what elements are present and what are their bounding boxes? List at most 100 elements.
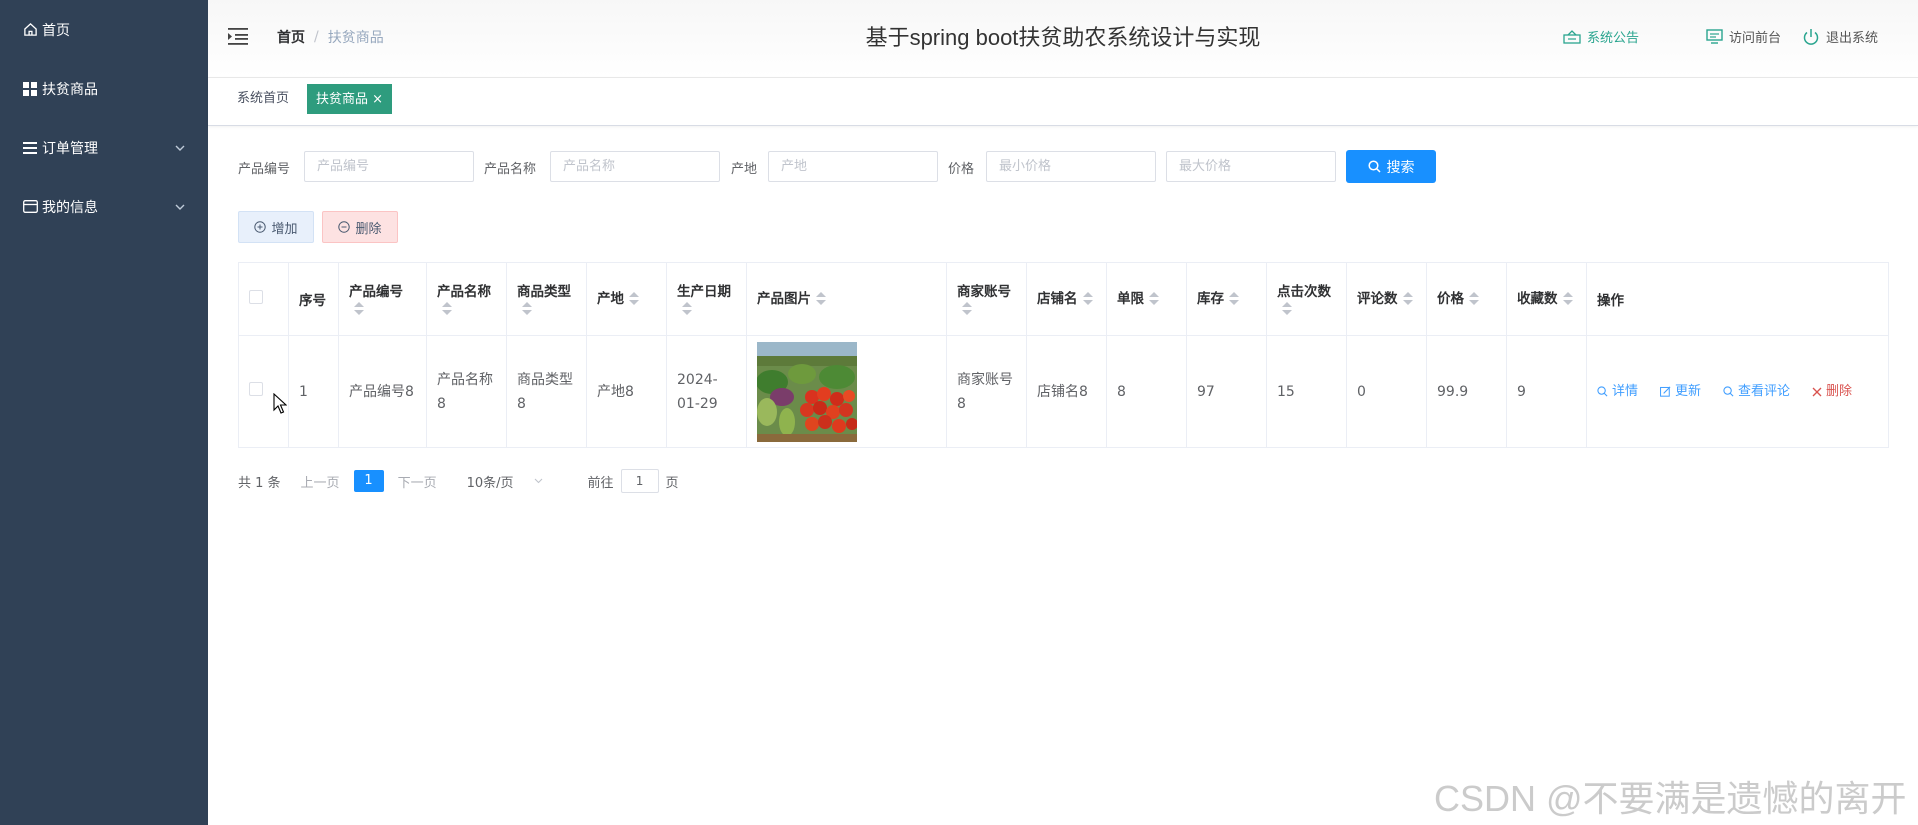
sort-icon[interactable] (629, 292, 639, 306)
product-code-input[interactable] (304, 151, 474, 182)
column-header[interactable]: 商家账号 (946, 262, 1027, 336)
column-header[interactable]: 单限 (1106, 262, 1187, 336)
visit-front-link[interactable]: 访问前台 (1706, 27, 1781, 46)
cell-merchant: 商家账号8 (946, 335, 1027, 448)
column-header[interactable]: 点击次数 (1266, 262, 1347, 336)
column-header[interactable]: 产品图片 (746, 262, 947, 336)
column-header-label: 产品编号 (349, 284, 403, 300)
sort-icon[interactable] (816, 292, 826, 306)
column-header[interactable]: 产品编号 (338, 262, 427, 336)
cell-comments: 0 (1346, 335, 1427, 448)
tag-label: 扶贫商品 (316, 92, 369, 107)
column-header-label: 产地 (597, 291, 624, 307)
origin-input[interactable] (768, 151, 938, 182)
prev-page-button[interactable]: 上一页 (301, 472, 340, 491)
sort-icon[interactable] (1562, 292, 1573, 306)
add-button[interactable]: 增加 (238, 211, 314, 243)
sort-icon[interactable] (522, 302, 532, 316)
sort-icon[interactable] (1469, 292, 1479, 306)
sidebar-item-orders[interactable]: 订单管理 (0, 118, 208, 177)
search-button[interactable]: 搜索 (1346, 150, 1436, 183)
sort-icon[interactable] (962, 302, 972, 316)
sort-icon[interactable] (1229, 292, 1239, 306)
column-header[interactable]: 收藏数 (1506, 262, 1587, 336)
batch-delete-button[interactable]: 删除 (322, 211, 398, 243)
tag-products-active[interactable]: 扶贫商品 × (307, 84, 393, 114)
sort-icon[interactable] (1282, 302, 1292, 316)
product-name-label: 产品名称 (484, 162, 537, 177)
min-price-input[interactable] (986, 151, 1156, 182)
column-header-label: 店铺名 (1037, 291, 1078, 307)
visit-front-label: 访问前台 (1729, 31, 1782, 46)
notice-icon (1563, 29, 1581, 44)
goto-page-input[interactable] (620, 469, 659, 493)
card-icon (22, 199, 38, 215)
select-all-checkbox[interactable] (249, 290, 263, 304)
sidebar-item-myinfo[interactable]: 我的信息 (0, 177, 208, 236)
list-icon (22, 140, 38, 156)
search-icon (1367, 160, 1381, 173)
product-image[interactable] (757, 341, 857, 442)
top-header: 首页 / 扶贫商品 基于spring boot扶贫助农系统设计与实现 系统公告 … (208, 0, 1918, 78)
sidebar-item-products[interactable]: 扶贫商品 (0, 59, 208, 118)
tag-system-home[interactable]: 系统首页 (237, 84, 289, 114)
sidebar-item-home[interactable]: 首页 (0, 0, 208, 59)
goto-suffix: 页 (665, 475, 679, 491)
sort-icon[interactable] (354, 302, 364, 316)
sort-icon[interactable] (442, 302, 452, 316)
notice-label: 系统公告 (1587, 31, 1640, 46)
update-button[interactable]: 更新 (1660, 374, 1701, 410)
cell-index: 1 (288, 335, 339, 448)
row-checkbox[interactable] (249, 381, 263, 396)
sort-icon[interactable] (1149, 292, 1159, 306)
next-page-button[interactable]: 下一页 (398, 472, 437, 491)
detail-button[interactable]: 详情 (1597, 374, 1638, 410)
page-number-1[interactable]: 1 (353, 470, 384, 492)
cell-stock: 97 (1186, 335, 1267, 448)
chevron-down-icon (175, 204, 185, 210)
column-header[interactable]: 店铺名 (1026, 262, 1107, 336)
sort-icon[interactable] (1402, 292, 1413, 306)
detail-label: 详情 (1612, 383, 1639, 399)
cell-type: 商品类型8 (506, 335, 587, 448)
column-header[interactable]: 评论数 (1346, 262, 1427, 336)
products-table: 序号 产品编号 产品名称 商品类型 产地 生产日期 产品图片 商家账号 店铺名 … (238, 262, 1889, 448)
product-name-input[interactable] (550, 151, 720, 182)
column-header[interactable]: 库存 (1186, 262, 1267, 336)
column-header[interactable]: 产品名称 (426, 262, 507, 336)
cell-limit: 8 (1106, 335, 1187, 448)
row-select-cell (238, 335, 289, 448)
notice-link[interactable]: 系统公告 (1563, 27, 1639, 46)
max-price-input[interactable] (1166, 151, 1336, 182)
power-icon (1803, 28, 1819, 45)
page-size-value: 10条/页 (466, 475, 514, 491)
column-header-label: 产品名称 (437, 284, 491, 300)
table-row: 1 产品编号8 产品名称8 商品类型8 产地8 2024-01-29 商家账号8… (238, 335, 1889, 448)
page-size-select[interactable]: 10条/页 (467, 472, 543, 491)
row-delete-button[interactable]: 删除 (1812, 374, 1852, 410)
column-header-label: 收藏数 (1517, 291, 1558, 307)
pagination: 共 1 条 上一页 1 下一页 10条/页 前往 页 (238, 467, 679, 495)
grid-icon (22, 81, 38, 97)
logout-link[interactable]: 退出系统 (1802, 27, 1878, 46)
column-header[interactable]: 生产日期 (666, 262, 747, 336)
column-header-label: 价格 (1437, 291, 1464, 307)
close-icon[interactable]: × (372, 92, 383, 107)
sort-icon[interactable] (682, 302, 692, 316)
add-button-label: 增加 (271, 221, 298, 237)
cell-origin: 产地8 (586, 335, 667, 448)
sidebar: 首页 扶贫商品 订单管理 我的信息 (0, 0, 208, 825)
column-header-label: 评论数 (1357, 291, 1398, 307)
column-header-label: 产品图片 (757, 291, 811, 307)
column-header-label: 序号 (299, 293, 326, 309)
column-header: 操作 (1586, 262, 1889, 336)
view-reviews-button[interactable]: 查看评论 (1723, 374, 1790, 410)
sidebar-item-label: 首页 (42, 22, 70, 39)
column-header[interactable]: 价格 (1426, 262, 1507, 336)
column-header[interactable]: 产地 (586, 262, 667, 336)
sidebar-item-label: 我的信息 (42, 199, 98, 216)
column-header[interactable]: 商品类型 (506, 262, 587, 336)
sort-icon[interactable] (1082, 292, 1093, 306)
cell-price: 99.9 (1426, 335, 1507, 448)
table-header-row: 序号 产品编号 产品名称 商品类型 产地 生产日期 产品图片 商家账号 店铺名 … (238, 262, 1889, 336)
